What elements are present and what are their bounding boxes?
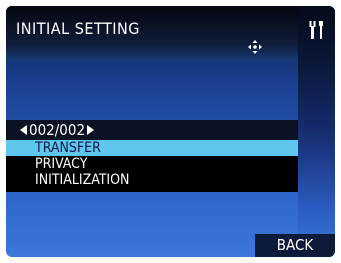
wrench-screwdriver-icon[interactable] [308,20,326,40]
prev-page-arrow-icon[interactable] [20,124,27,135]
device-frame: INITIAL SETTING 002/002 TRANSFER PRIVACY… [0,0,341,263]
move-cross-icon [248,40,262,54]
title-bar: INITIAL SETTING [6,6,298,61]
scroll-track[interactable] [304,51,330,201]
lcd-screen: INITIAL SETTING 002/002 TRANSFER PRIVACY… [6,6,335,257]
next-page-arrow-icon[interactable] [87,124,95,135]
menu-item-label: PRIVACY [35,156,88,172]
menu-item-privacy[interactable]: PRIVACY [6,156,298,172]
menu-item-label: INITIALIZATION [35,172,130,188]
page-title: INITIAL SETTING [16,19,140,38]
page-navigator: 002/002 [6,120,298,140]
page-counter: 002/002 [29,121,86,139]
back-button[interactable]: BACK [255,234,335,257]
menu-item-label: TRANSFER [35,140,101,156]
menu-list: TRANSFER PRIVACY INITIALIZATION [6,140,298,192]
menu-item-initialization[interactable]: INITIALIZATION [6,172,298,188]
menu-item-transfer[interactable]: TRANSFER [6,140,298,156]
